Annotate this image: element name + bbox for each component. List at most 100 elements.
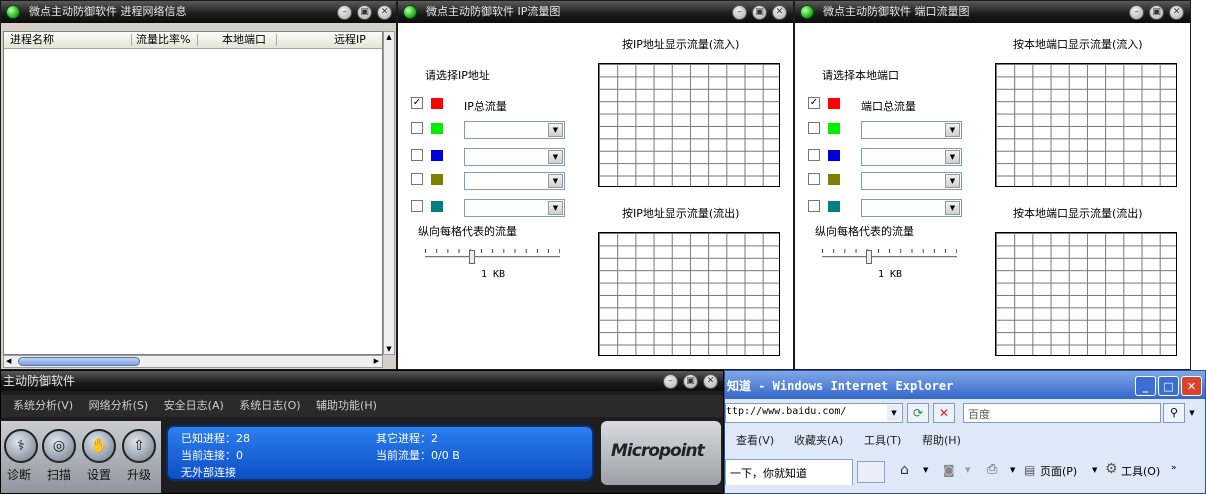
ip-series-4-checkbox[interactable] <box>411 173 423 185</box>
new-tab-button[interactable] <box>857 461 885 483</box>
port-series-4-select[interactable]: ▼ <box>861 172 962 190</box>
upgrade-icon[interactable]: ⇧ <box>122 429 156 463</box>
chevron-down-icon[interactable]: ▼ <box>548 174 563 188</box>
minimize-icon[interactable]: – <box>663 374 678 389</box>
ie-tab[interactable]: 一下，你就知道 <box>725 459 853 485</box>
ip-scale-label: 纵向每格代表的流量 <box>418 225 517 238</box>
ie-menu-favorites[interactable]: 收藏夹(A) <box>794 431 843 451</box>
port-window-titlebar[interactable]: 微点主动防御软件 端口流量图 – ▣ ✕ <box>795 1 1190 23</box>
chevron-down-icon[interactable]: ▼ <box>965 466 970 474</box>
ip-total-checkbox[interactable]: ✓ <box>411 97 423 109</box>
feeds-icon[interactable]: ◙ <box>943 463 955 477</box>
minimize-icon[interactable]: _ <box>1135 376 1156 396</box>
port-series-2-checkbox[interactable] <box>808 122 820 134</box>
chevron-down-icon[interactable]: ▼ <box>945 174 960 188</box>
ip-series-2-select[interactable]: ▼ <box>464 121 565 139</box>
process-window-title: 微点主动防御软件 进程网络信息 <box>29 5 187 18</box>
column-process-name[interactable]: 进程名称 <box>10 32 54 48</box>
ie-menu-tools[interactable]: 工具(T) <box>864 431 901 451</box>
column-remote-ip[interactable]: 远程IP <box>334 32 366 48</box>
port-series-5-select[interactable]: ▼ <box>861 199 962 217</box>
slider-thumb[interactable] <box>866 250 872 264</box>
search-icon[interactable]: ⚲ <box>1163 403 1185 423</box>
ip-series-3-select[interactable]: ▼ <box>464 148 565 166</box>
port-series-4-checkbox[interactable] <box>808 173 820 185</box>
close-icon[interactable]: ✕ <box>772 5 787 20</box>
minimize-icon[interactable]: – <box>1129 5 1144 20</box>
close-icon[interactable]: ✕ <box>1181 376 1202 396</box>
column-local-port[interactable]: 本地端口 <box>222 32 266 48</box>
vertical-scrollbar[interactable]: ▲ ▼ <box>383 31 395 355</box>
tool-scan-label[interactable]: 扫描 <box>44 466 74 483</box>
ip-series-5-select[interactable]: ▼ <box>464 199 565 217</box>
close-icon[interactable]: ✕ <box>377 5 392 20</box>
ip-series-2-checkbox[interactable] <box>411 122 423 134</box>
page-menu-button[interactable]: 页面(P) <box>1040 463 1077 479</box>
horizontal-scroll-thumb[interactable] <box>18 357 140 366</box>
chevron-down-icon[interactable]: ▼ <box>945 201 960 215</box>
main-window-titlebar[interactable]: 主动防御软件 – ▣ ✕ <box>1 371 723 391</box>
minimize-icon[interactable]: – <box>732 5 747 20</box>
tool-upgrade-label[interactable]: 升级 <box>124 466 154 483</box>
ie-menu-view[interactable]: 查看(V) <box>736 431 774 451</box>
minimize-icon[interactable]: – <box>337 5 352 20</box>
home-icon[interactable]: ⌂ <box>900 462 909 478</box>
maximize-icon[interactable]: □ <box>1158 376 1179 396</box>
chevron-double-icon[interactable]: » <box>1171 463 1177 473</box>
port-series-3-select[interactable]: ▼ <box>861 148 962 166</box>
slider-thumb[interactable] <box>469 250 475 264</box>
chevron-down-icon[interactable]: ▼ <box>1092 466 1097 474</box>
ie-search-box[interactable]: 百度 <box>963 403 1161 423</box>
chevron-down-icon[interactable]: ▼ <box>548 123 563 137</box>
chevron-down-icon[interactable]: ▼ <box>887 405 901 421</box>
ie-menu-help[interactable]: 帮助(H) <box>922 431 961 451</box>
series-color-olive <box>431 174 443 185</box>
ip-scale-slider[interactable] <box>425 249 560 267</box>
menu-network-analysis[interactable]: 网络分析(S) <box>89 399 149 412</box>
ip-series-4-select[interactable]: ▼ <box>464 172 565 190</box>
menu-helper[interactable]: 辅助功能(H) <box>316 399 377 412</box>
print-icon[interactable]: ⎙ <box>987 462 997 477</box>
chevron-down-icon[interactable]: ▼ <box>1186 403 1198 423</box>
maximize-icon[interactable]: ▣ <box>683 374 698 389</box>
tool-diagnose-label[interactable]: 诊断 <box>4 466 34 483</box>
refresh-icon[interactable]: ⟳ <box>907 403 929 423</box>
process-list[interactable] <box>3 31 383 355</box>
stop-icon[interactable]: ✕ <box>933 403 955 423</box>
app-logo-icon <box>6 5 20 19</box>
menu-system-log[interactable]: 系统日志(O) <box>239 399 300 412</box>
port-total-checkbox[interactable]: ✓ <box>808 97 820 109</box>
port-series-5-checkbox[interactable] <box>808 200 820 212</box>
ie-address-bar[interactable]: ttp://www.baidu.com/ ▼ <box>725 403 903 423</box>
status-known-processes: 已知进程：28 <box>181 432 250 445</box>
diagnose-icon[interactable]: ⚕ <box>4 429 38 463</box>
process-window-titlebar[interactable]: 微点主动防御软件 进程网络信息 – ▣ ✕ <box>1 1 396 23</box>
menu-system-analysis[interactable]: 系统分析(V) <box>13 399 73 412</box>
tools-menu-button[interactable]: 工具(O) <box>1121 463 1160 479</box>
menu-security-log[interactable]: 安全日志(A) <box>164 399 224 412</box>
maximize-icon[interactable]: ▣ <box>752 5 767 20</box>
settings-hand-icon[interactable]: ✋ <box>82 429 116 463</box>
maximize-icon[interactable]: ▣ <box>357 5 372 20</box>
close-icon[interactable]: ✕ <box>1169 5 1184 20</box>
chevron-down-icon[interactable]: ▼ <box>945 123 960 137</box>
close-icon[interactable]: ✕ <box>703 374 718 389</box>
chevron-down-icon[interactable]: ▼ <box>548 201 563 215</box>
horizontal-scrollbar[interactable]: ◀ ▶ <box>3 355 383 368</box>
ip-series-5-checkbox[interactable] <box>411 200 423 212</box>
port-series-2-select[interactable]: ▼ <box>861 121 962 139</box>
port-series-3-checkbox[interactable] <box>808 149 820 161</box>
chevron-down-icon[interactable]: ▼ <box>548 150 563 164</box>
ip-window-titlebar[interactable]: 微点主动防御软件 IP流量图 – ▣ ✕ <box>398 1 793 23</box>
chevron-down-icon[interactable]: ▼ <box>945 150 960 164</box>
scan-icon[interactable]: ◎ <box>42 429 76 463</box>
series-color-green <box>431 123 443 134</box>
maximize-icon[interactable]: ▣ <box>1149 5 1164 20</box>
ip-series-3-checkbox[interactable] <box>411 149 423 161</box>
tool-settings-label[interactable]: 设置 <box>84 466 114 483</box>
port-scale-slider[interactable] <box>822 249 957 267</box>
chevron-down-icon[interactable]: ▼ <box>923 466 928 474</box>
column-flow-ratio[interactable]: 流量比率% <box>136 32 190 48</box>
chevron-down-icon[interactable]: ▼ <box>1010 466 1015 474</box>
ie-titlebar[interactable]: 知道 - Windows Internet Explorer _ □ ✕ <box>725 371 1205 399</box>
